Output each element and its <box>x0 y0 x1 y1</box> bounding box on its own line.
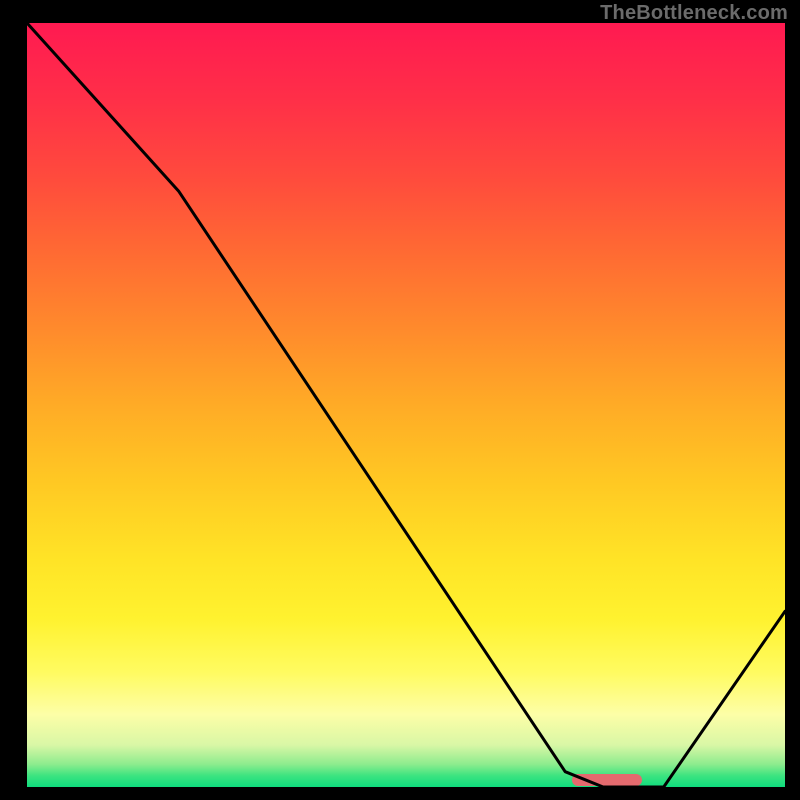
chart-frame <box>27 23 785 787</box>
watermark-text: TheBottleneck.com <box>600 2 788 25</box>
chart-background-gradient <box>27 23 785 787</box>
optimal-range-marker <box>572 774 642 786</box>
